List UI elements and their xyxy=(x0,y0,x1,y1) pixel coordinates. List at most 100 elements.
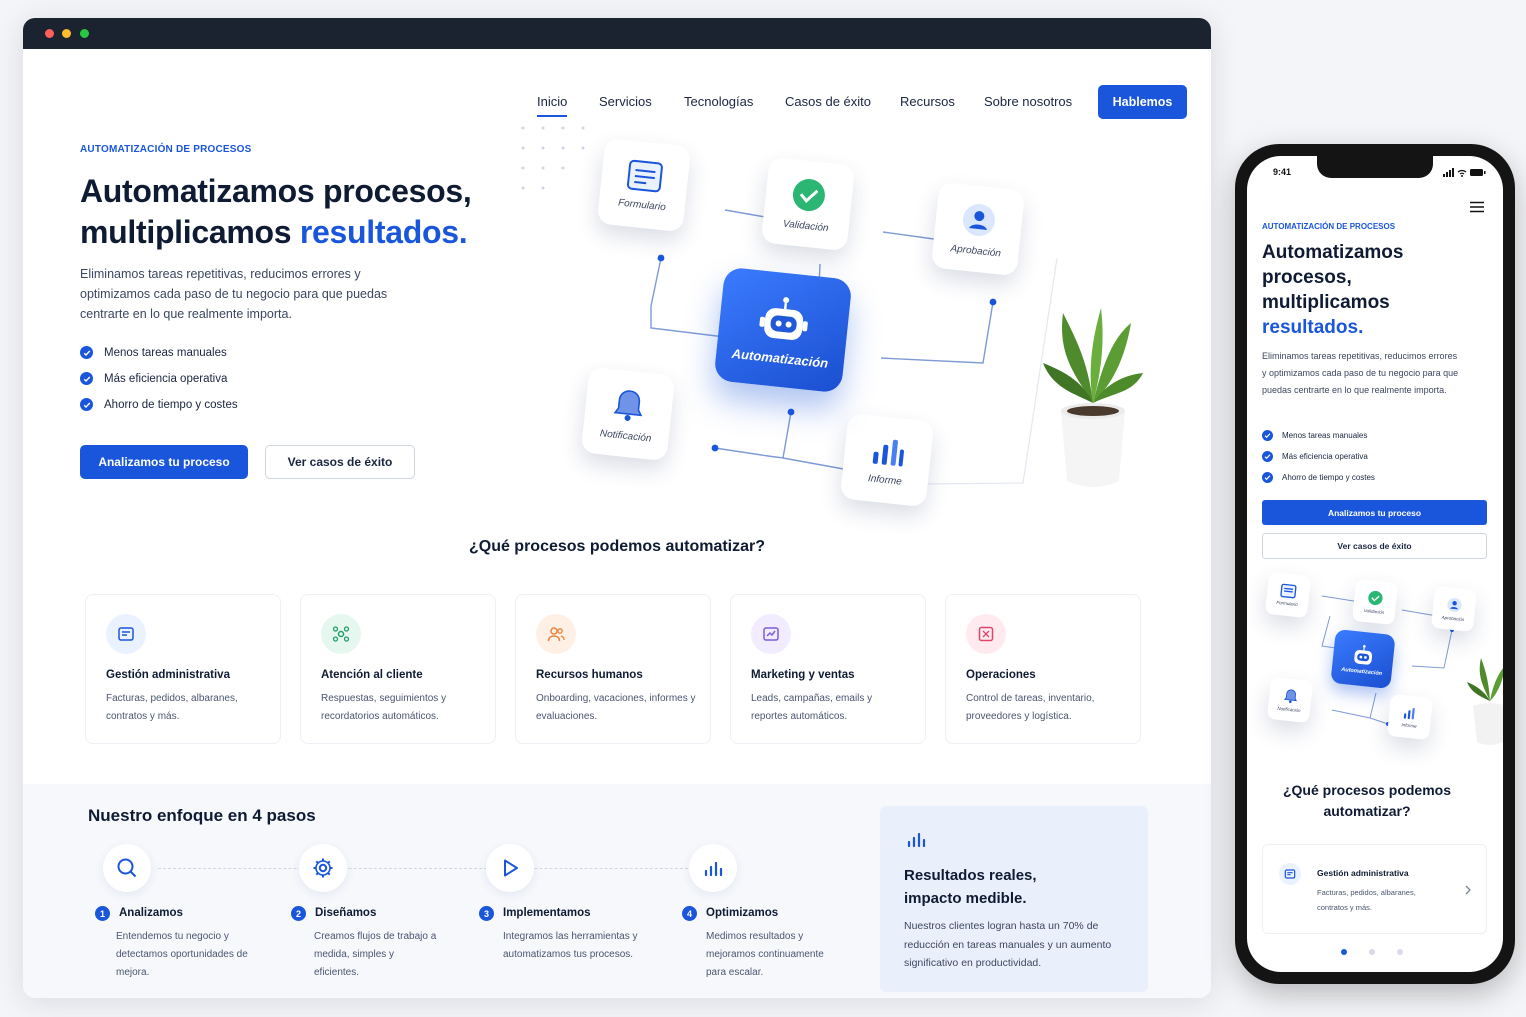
hamburger-menu-icon[interactable] xyxy=(1469,201,1485,213)
step-title: Analizamos xyxy=(119,907,183,919)
node-label: Notificación xyxy=(1277,705,1301,714)
user-icon xyxy=(1447,597,1462,613)
box-icon xyxy=(966,614,1006,654)
nav-item-sobre[interactable]: Sobre nosotros xyxy=(984,94,1072,109)
step-desc: Integramos las herramientas y automatiza… xyxy=(503,931,638,960)
node-label: Validación xyxy=(1363,607,1385,616)
card-desc: Facturas, pedidos, albaranes, contratos … xyxy=(106,693,238,722)
hero-title-line1: Automatizamos procesos, xyxy=(80,173,472,209)
casos-button[interactable]: Ver casos de éxito xyxy=(265,445,415,479)
node-automatizacion: Automatización xyxy=(713,266,853,394)
card-desc: Facturas, pedidos, albaranes, contratos … xyxy=(1317,888,1416,912)
benefit-label: Más eficiencia operativa xyxy=(1282,452,1368,461)
analizamos-button[interactable]: Analizamos tu proceso xyxy=(80,445,248,479)
gear-icon xyxy=(299,844,347,892)
maximize-dot[interactable] xyxy=(80,29,89,38)
close-dot[interactable] xyxy=(45,29,54,38)
phone-screen: 9:41 AUTOMATIZACIÓN DE PROCESOS Automati… xyxy=(1247,156,1503,972)
mobile-process-card[interactable]: Gestión administrativa Facturas, pedidos… xyxy=(1262,844,1487,934)
nav-item-tecnologias[interactable]: Tecnologías xyxy=(684,94,753,109)
form-icon xyxy=(1280,583,1297,599)
mobile-node-notificacion: Notificación xyxy=(1266,676,1314,724)
document-icon xyxy=(1279,863,1301,885)
node-validacion: Validación xyxy=(760,156,856,252)
check-icon xyxy=(80,398,93,411)
hero-title-highlight: resultados. xyxy=(299,214,468,250)
mobile-node-aprobacion: Aprobación xyxy=(1430,585,1478,633)
mobile-section-title-line: ¿Qué procesos podemos xyxy=(1282,782,1452,798)
process-card-rrhh[interactable]: Recursos humanos Onboarding, vacaciones,… xyxy=(515,594,711,744)
step-number: 4 xyxy=(682,906,697,921)
status-time: 9:41 xyxy=(1273,167,1292,177)
mobile-plant-image xyxy=(1467,658,1503,745)
hero-description: Eliminamos tareas repetitivas, reducimos… xyxy=(80,267,388,321)
network-icon xyxy=(321,614,361,654)
step-title: Optimizamos xyxy=(706,907,779,919)
mobile-node-informe: Informe xyxy=(1386,693,1434,741)
node-label: Aprobación xyxy=(1441,614,1465,623)
nav-item-casos[interactable]: Casos de éxito xyxy=(785,94,871,109)
chevron-right-icon[interactable] xyxy=(1465,885,1471,895)
node-label: Notificación xyxy=(599,427,652,445)
results-desc: Nuestros clientes logran hasta un 70% de… xyxy=(904,920,1112,969)
benefit-item: Ahorro de tiempo y costes xyxy=(80,398,238,411)
play-icon xyxy=(486,844,534,892)
hero-eyebrow: AUTOMATIZACIÓN DE PROCESOS xyxy=(80,144,252,155)
bell-icon xyxy=(613,389,643,421)
bar-chart-icon xyxy=(1403,708,1415,720)
process-card-marketing[interactable]: Marketing y ventas Leads, campañas, emai… xyxy=(730,594,926,744)
node-formulario: Formulario xyxy=(596,137,692,233)
check-icon xyxy=(1262,430,1273,441)
approach-title: Nuestro enfoque en 4 pasos xyxy=(88,806,316,825)
hablemos-button[interactable]: Hablemos xyxy=(1098,85,1187,119)
minimize-dot[interactable] xyxy=(62,29,71,38)
mobile-analizamos-button[interactable]: Analizamos tu proceso xyxy=(1262,500,1487,525)
node-label: Aprobación xyxy=(949,242,1002,259)
node-aprobacion: Aprobación xyxy=(930,181,1026,277)
mobile-title: Automatizamos procesos, multiplicamos re… xyxy=(1262,240,1403,340)
check-icon xyxy=(1262,451,1273,462)
process-card-administrativa[interactable]: Gestión administrativa Facturas, pedidos… xyxy=(85,594,281,744)
step-number: 2 xyxy=(291,906,306,921)
step-title: Diseñamos xyxy=(315,907,377,919)
hero-title: Automatizamos procesos, multiplicamos re… xyxy=(80,171,472,253)
mobile-title-line: multiplicamos xyxy=(1262,292,1390,313)
mobile-casos-button[interactable]: Ver casos de éxito xyxy=(1262,533,1487,559)
results-title-line1: Resultados reales, xyxy=(904,867,1037,884)
nav-item-recursos[interactable]: Recursos xyxy=(900,94,955,109)
step-title: Implementamos xyxy=(503,907,591,919)
mobile-title-line: procesos, xyxy=(1262,267,1352,288)
mobile-benefit: Ahorro de tiempo y costes xyxy=(1262,472,1375,483)
mobile-node-automatizacion: Automatización xyxy=(1330,629,1396,689)
hero-title-text: multiplicamos xyxy=(80,214,300,250)
check-circle-icon xyxy=(792,178,825,211)
node-informe: Informe xyxy=(839,412,935,508)
pagination-dot-active[interactable] xyxy=(1341,949,1347,955)
card-title: Marketing y ventas xyxy=(751,669,855,681)
step-desc: Medimos resultados y mejoramos continuam… xyxy=(706,931,824,978)
benefit-label: Ahorro de tiempo y costes xyxy=(1282,473,1375,482)
form-icon xyxy=(627,159,663,192)
pagination-dot[interactable] xyxy=(1397,949,1403,955)
node-label: Automatización xyxy=(1341,666,1383,677)
pagination-dot[interactable] xyxy=(1369,949,1375,955)
process-card-atencion[interactable]: Atención al cliente Respuestas, seguimie… xyxy=(300,594,496,744)
nav-item-inicio[interactable]: Inicio xyxy=(537,94,568,117)
mobile-benefit: Más eficiencia operativa xyxy=(1262,451,1368,462)
plant-image xyxy=(1043,303,1143,488)
node-label: Informe xyxy=(1401,722,1417,729)
processes-title: ¿Qué procesos podemos automatizar? xyxy=(468,538,766,555)
document-icon xyxy=(106,614,146,654)
nav-item-servicios[interactable]: Servicios xyxy=(599,94,652,109)
mobile-eyebrow: AUTOMATIZACIÓN DE PROCESOS xyxy=(1262,222,1396,231)
process-card-operaciones[interactable]: Operaciones Control de tareas, inventari… xyxy=(945,594,1141,744)
check-icon xyxy=(1262,472,1273,483)
main-nav: Inicio Servicios Tecnologías Casos de éx… xyxy=(23,85,1211,119)
bell-icon xyxy=(1283,689,1297,704)
robot-icon xyxy=(759,296,808,340)
step-number: 1 xyxy=(95,906,110,921)
node-label: Validación xyxy=(782,218,830,234)
hero-title-line2: multiplicamos resultados. xyxy=(80,212,471,253)
card-title: Recursos humanos xyxy=(536,669,643,681)
results-card: Resultados reales, impacto medible. Nues… xyxy=(880,806,1148,992)
